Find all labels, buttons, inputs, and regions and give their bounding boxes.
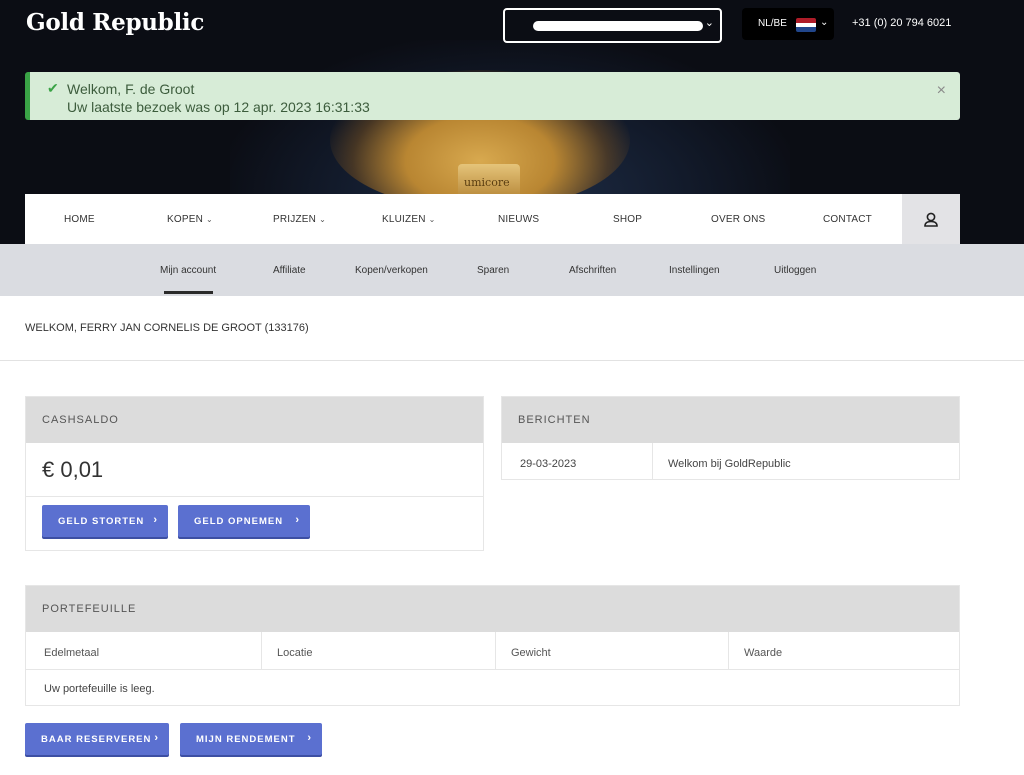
message-subject: Welkom bij GoldRepublic: [668, 458, 791, 470]
subnav-afschriften[interactable]: Afschriften: [569, 265, 616, 276]
account-subnav: Mijn account Affiliate Kopen/verkopen Sp…: [0, 244, 1024, 296]
card-header: CASHSALDO: [26, 397, 483, 443]
main-navigation: HOME KOPEN ⌄ PRIJZEN ⌄ KLUIZEN ⌄ NIEUWS SHO…: [25, 194, 960, 244]
portefeuille-card: PORTEFEUILLE Edelmetaal Locatie Gewicht …: [25, 585, 960, 706]
column-header-gewicht: Gewicht: [511, 647, 551, 659]
empty-portfolio-message: Uw portefeuille is leeg.: [44, 683, 155, 695]
site-logo[interactable]: Gold Republic: [26, 9, 204, 36]
nav-kopen[interactable]: KOPEN ⌄: [167, 214, 213, 225]
my-yield-button[interactable]: MIJN RENDEMENT ›: [180, 723, 322, 755]
chevron-down-icon: ⌄: [428, 215, 436, 224]
subnav-instellingen[interactable]: Instellingen: [669, 265, 720, 276]
check-icon: ✔: [47, 80, 59, 96]
message-date: 29-03-2023: [520, 458, 577, 470]
nav-shop[interactable]: SHOP: [613, 214, 642, 225]
table-divider: [26, 669, 959, 670]
welcome-alert: ✔ Welkom, F. de Groot Uw laatste bezoek …: [25, 72, 960, 120]
subnav-affiliate[interactable]: Affiliate: [273, 265, 306, 276]
berichten-title: BERICHTEN: [518, 414, 591, 426]
alert-greeting: Welkom, F. de Groot: [67, 81, 195, 97]
nav-kluizen[interactable]: KLUIZEN ⌄: [382, 214, 436, 225]
column-separator: [495, 632, 496, 669]
withdraw-button[interactable]: GELD OPNEMEN ›: [178, 505, 310, 537]
chevron-down-icon: ⌄: [820, 17, 829, 28]
subnav-sparen[interactable]: Sparen: [477, 265, 509, 276]
flag-nl-icon: [796, 18, 816, 32]
user-icon: [924, 212, 938, 227]
chevron-down-icon: ⌄: [206, 215, 213, 224]
nav-nieuws[interactable]: NIEUWS: [498, 214, 539, 225]
card-divider: [26, 496, 483, 497]
chevron-right-icon: ›: [295, 514, 300, 526]
alert-last-visit: Uw laatste bezoek was op 12 apr. 2023 16…: [67, 99, 370, 115]
nav-home[interactable]: HOME: [64, 214, 95, 225]
account-name-redacted: [533, 21, 703, 31]
deposit-button[interactable]: GELD STORTEN ›: [42, 505, 168, 537]
subnav-mijn-account[interactable]: Mijn account: [160, 265, 216, 276]
column-header-waarde: Waarde: [744, 647, 783, 659]
close-icon[interactable]: ×: [937, 82, 946, 100]
card-header: PORTEFEUILLE: [26, 586, 959, 632]
nav-label: PRIJZEN: [273, 214, 317, 225]
chevron-down-icon: ⌄: [319, 215, 326, 224]
nav-over-ons[interactable]: OVER ONS: [711, 214, 765, 225]
account-select[interactable]: ⌄: [503, 8, 722, 43]
cashsaldo-title: CASHSALDO: [42, 414, 119, 426]
berichten-card: BERICHTEN 29-03-2023 Welkom bij GoldRepu…: [501, 396, 960, 480]
reserve-bar-button[interactable]: BAAR RESERVEREN ›: [25, 723, 169, 755]
card-header: BERICHTEN: [502, 397, 959, 443]
column-header-edelmetaal: Edelmetaal: [44, 647, 100, 659]
cashsaldo-card: CASHSALDO € 0,01 GELD STORTEN › GELD OPN…: [25, 396, 484, 551]
cash-balance: € 0,01: [42, 457, 104, 482]
subnav-kopen-verkopen[interactable]: Kopen/verkopen: [355, 265, 428, 276]
column-separator: [652, 443, 653, 480]
nav-label: HOME: [64, 214, 95, 225]
button-label: BAAR RESERVEREN: [41, 734, 152, 745]
column-separator: [728, 632, 729, 669]
nav-label: NIEUWS: [498, 214, 540, 225]
button-label: GELD STORTEN: [58, 516, 145, 527]
language-select[interactable]: NL/BE ⌄: [742, 8, 834, 40]
column-separator: [261, 632, 262, 669]
nav-contact[interactable]: CONTACT: [823, 214, 872, 225]
nav-label: KOPEN: [167, 214, 204, 225]
nav-label: CONTACT: [823, 214, 872, 225]
phone-number[interactable]: +31 (0) 20 794 6021: [852, 17, 951, 29]
button-label: MIJN RENDEMENT: [196, 734, 296, 745]
nav-label: OVER ONS: [711, 214, 766, 225]
chevron-right-icon: ›: [154, 732, 159, 744]
section-divider: [0, 360, 1024, 361]
language-code: NL/BE: [758, 18, 787, 29]
user-account-button[interactable]: [902, 194, 960, 244]
chevron-down-icon: ⌄: [704, 17, 714, 29]
column-header-locatie: Locatie: [277, 647, 313, 659]
active-tab-indicator: [164, 291, 213, 294]
button-label: GELD OPNEMEN: [194, 516, 284, 527]
nav-label: SHOP: [613, 214, 643, 225]
welcome-heading: WELKOM, FERRY JAN CORNELIS DE GROOT (133…: [25, 322, 309, 334]
nav-prijzen[interactable]: PRIJZEN ⌄: [273, 214, 326, 225]
chevron-right-icon: ›: [307, 732, 312, 744]
portefeuille-title: PORTEFEUILLE: [42, 603, 137, 615]
nav-label: KLUIZEN: [382, 214, 426, 225]
gold-bar-brand: umicore: [464, 176, 510, 189]
gold-bar-image: umicore: [458, 164, 520, 198]
subnav-uitloggen[interactable]: Uitloggen: [774, 265, 816, 276]
chevron-right-icon: ›: [153, 514, 158, 526]
